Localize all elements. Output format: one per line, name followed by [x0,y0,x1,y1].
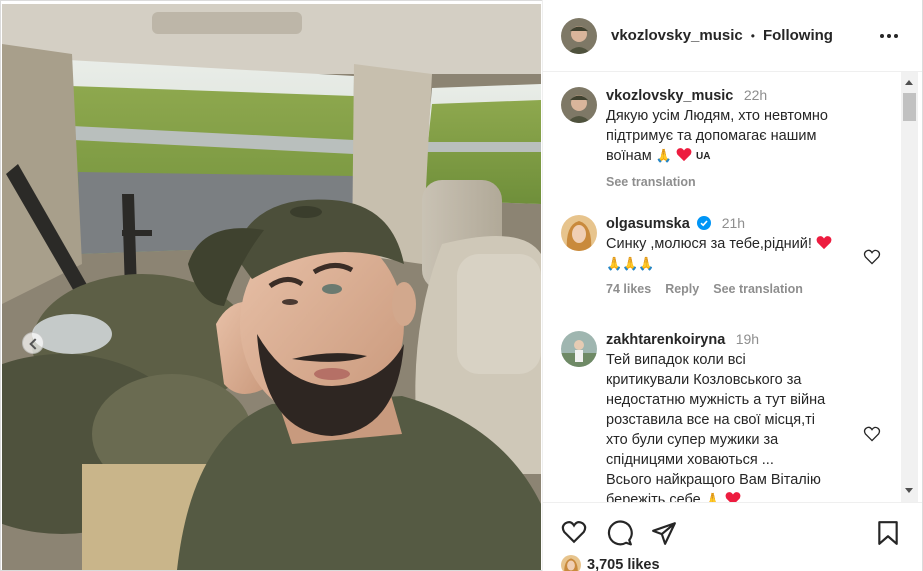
comment-text-line: Дякую усім Людям, хто невтомно [606,108,828,124]
see-translation-link[interactable]: See translation [713,282,803,296]
praying-hands-icon: 🙏 [704,492,721,502]
see-translation-link[interactable]: See translation [606,175,696,189]
scroll-down-arrow[interactable] [905,488,913,493]
comments-list[interactable]: vkozlovsky_music 22h Дякую усім Людям, х… [543,72,901,502]
comment-icon[interactable] [607,520,633,546]
liker-avatar-image [561,555,581,571]
comment-time[interactable]: 21h [722,215,745,231]
comment-time[interactable]: 22h [744,87,767,103]
selfie-in-car-image [2,4,541,570]
comment-text-line: спідницями ховаються ... [606,452,774,468]
scroll-up-arrow[interactable] [905,80,913,85]
header-separator: • [750,28,755,43]
comments-scrollbar[interactable] [901,72,918,502]
commenter-avatar-image [561,215,597,251]
verified-badge-icon [697,216,712,230]
comment-avatar[interactable] [561,331,597,367]
following-button[interactable]: Following [763,27,833,44]
red-heart-icon [676,148,692,162]
comment-username[interactable]: vkozlovsky_music [606,88,733,104]
post-actions-bar: 3,705 likes [543,502,922,571]
post-side-panel: vkozlovsky_music • Following vkozlovsky_… [542,0,922,571]
comment-text: Синку ,молюся за тебе,рідний! 🙏🙏🙏 [606,234,862,274]
author-avatar-image [561,87,597,123]
author-username[interactable]: vkozlovsky_music [611,27,743,44]
comment-text: Дякую усім Людям, хто невтомно підтримує… [606,106,862,167]
post-photo[interactable] [2,4,541,570]
carousel-previous-button[interactable] [22,332,44,354]
comment-likes-count[interactable]: 74 likes [606,282,651,296]
liker-avatar [561,555,581,571]
comment-text-line: Всього найкращого Вам Віталію [606,472,821,488]
reply-link[interactable]: Reply [665,282,699,296]
author-avatar[interactable] [561,17,597,54]
praying-hands-icon: 🙏🙏🙏 [606,256,655,271]
comment-text: Тей випадок коли всі критикували Козловс… [606,350,862,502]
comment-time[interactable]: 19h [736,331,759,347]
comment-like-heart-icon[interactable] [863,426,881,442]
comment-like-heart-icon[interactable] [863,249,881,265]
commenter-avatar-image [561,331,597,367]
comment-avatar[interactable] [561,215,597,251]
bookmark-icon[interactable] [877,520,899,546]
praying-hands-icon: 🙏 [655,148,672,163]
comment-username[interactable]: olgasumska [606,216,690,232]
comment-username[interactable]: zakhtarenkoiryna [606,332,725,348]
comment-text-line: критикували Козловського за [606,372,802,388]
scroll-thumb[interactable] [903,93,916,121]
more-options-icon[interactable] [880,34,898,38]
likes-count[interactable]: 3,705 likes [587,557,660,571]
author-avatar-image [561,17,597,54]
red-heart-icon [725,492,741,502]
flag-text: UA [695,151,711,162]
comment-text-line: недостатню мужність а тут війна [606,392,826,408]
comment-text-line: Синку ,молюся за тебе,рідний! [606,236,812,252]
comment-text-line: розставила все на свої місця,ті [606,412,815,428]
comment-text-line: підтримує та допомагає нашим [606,128,817,144]
comment-text-line: воїнам [606,148,652,164]
comment-avatar[interactable] [561,87,597,123]
post-header: vkozlovsky_music • Following [543,0,922,72]
likes-summary[interactable]: 3,705 likes [561,555,660,571]
comment-text-line: Тей випадок коли всі [606,352,746,368]
heart-icon[interactable] [561,520,587,544]
red-heart-icon [816,236,832,250]
comment-text-line: хто були супер мужики за [606,432,779,448]
comment-text-line: бережіть себе [606,492,701,502]
share-icon[interactable] [651,520,677,546]
